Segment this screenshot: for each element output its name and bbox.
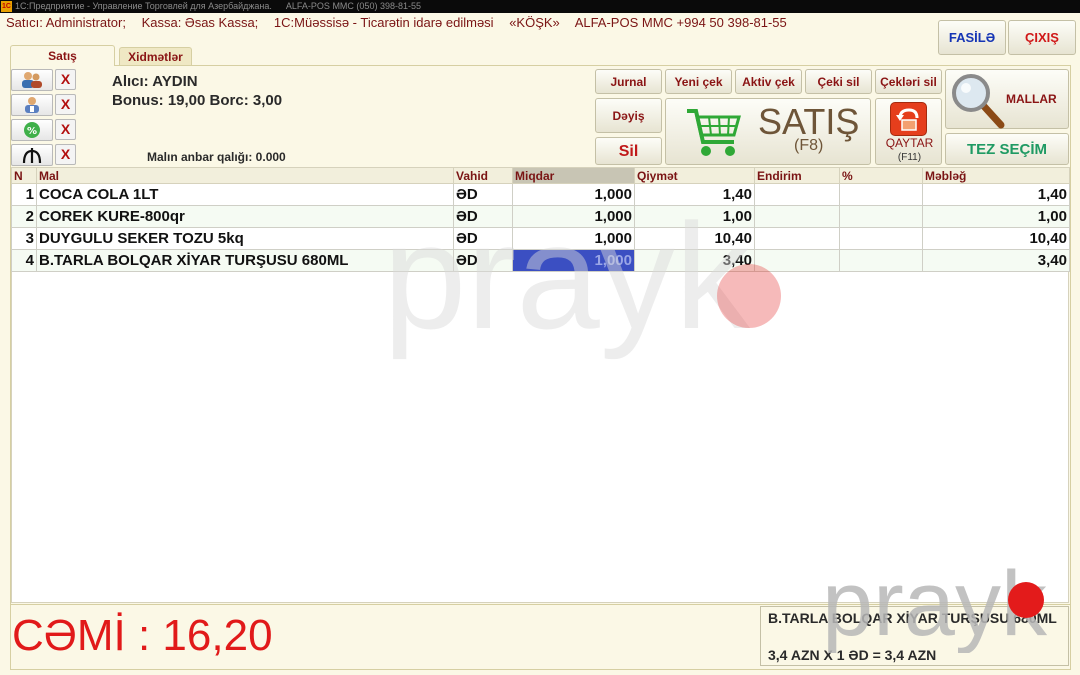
- row-percent: [839, 249, 923, 272]
- new-receipt-button[interactable]: Yeni çek: [665, 69, 732, 94]
- row-unit: ƏD: [453, 183, 513, 206]
- column-header-item[interactable]: Mal: [36, 167, 454, 184]
- column-header-n[interactable]: N: [11, 167, 37, 184]
- pause-button[interactable]: FASİLƏ: [938, 20, 1006, 55]
- table-row[interactable]: 1 COCA COLA 1LT ƏD 1,000 1,40 1,40: [11, 183, 1070, 206]
- return-shortcut: (F11): [897, 152, 922, 163]
- change-button[interactable]: Dəyiş: [595, 98, 662, 133]
- exit-button[interactable]: ÇIXIŞ: [1008, 20, 1076, 55]
- app-logo-icon: 1C: [1, 1, 12, 12]
- bonus-debt: Bonus: 19,00 Borc: 3,00: [112, 92, 283, 109]
- clear-payment-button[interactable]: X: [55, 144, 76, 165]
- return-icon: [890, 102, 927, 136]
- customer-info: Alıcı: AYDIN Bonus: 19,00 Borc: 3,00: [112, 72, 282, 110]
- column-header-unit[interactable]: Vahid: [453, 167, 513, 184]
- watermark-logo-corner: prayk: [822, 563, 1048, 653]
- column-header-amount[interactable]: Məbləğ: [922, 167, 1070, 184]
- row-percent: [839, 183, 923, 206]
- delete-line-button[interactable]: Sil: [595, 137, 662, 165]
- row-percent: [839, 227, 923, 250]
- register-info: Kassa: Əsas Kassa;: [141, 15, 259, 30]
- row-amount: 3,40: [922, 249, 1070, 272]
- quick-select-button[interactable]: TEZ SEÇİM: [945, 133, 1069, 165]
- row-number: 1: [11, 183, 37, 206]
- watermark-text: prayk: [383, 218, 751, 360]
- svg-text:%: %: [27, 126, 37, 137]
- sale-shortcut: (F8): [794, 137, 824, 154]
- kiosk-info: «KÖŞK»: [509, 15, 560, 30]
- employee-icon[interactable]: [11, 94, 53, 116]
- buyer-name: Alıcı: AYDIN: [112, 73, 198, 90]
- company-info: 1C:Müəssisə - Ticarətin idarə edilməsi: [273, 15, 494, 30]
- delete-receipts-button[interactable]: Çekləri sil: [875, 69, 942, 94]
- column-header-percent[interactable]: %: [839, 167, 923, 184]
- return-button[interactable]: QAYTAR (F11): [875, 98, 942, 165]
- manat-icon[interactable]: [11, 144, 53, 166]
- column-header-quantity[interactable]: Miqdar: [512, 167, 635, 184]
- row-discount: [754, 183, 840, 206]
- row-percent: [839, 205, 923, 228]
- column-header-discount[interactable]: Endirim: [754, 167, 840, 184]
- window-subtitle: ALFA-POS MMC (050) 398-81-55: [285, 1, 421, 11]
- tab-sales[interactable]: Satış: [10, 45, 115, 66]
- window-titlebar: 1C 1С:Предприятие - Управление Торговлей …: [0, 0, 1080, 13]
- row-number: 4: [11, 249, 37, 272]
- delete-receipt-button[interactable]: Çeki sil: [805, 69, 872, 94]
- column-header-price[interactable]: Qiymət: [634, 167, 755, 184]
- row-amount: 10,40: [922, 227, 1070, 250]
- magnifier-icon: [952, 74, 1005, 129]
- row-quantity[interactable]: 1,000: [512, 183, 635, 206]
- goods-label: MALLAR: [1006, 92, 1057, 106]
- window-title: 1С:Предприятие - Управление Торговлей дл…: [15, 1, 272, 11]
- discount-icon[interactable]: %: [11, 119, 53, 141]
- goods-button[interactable]: MALLAR: [945, 69, 1069, 129]
- clear-discount-button[interactable]: X: [55, 119, 76, 140]
- table-header-row: N Mal Vahid Miqdar Qiymət Endirim % Məbl…: [11, 167, 1070, 184]
- return-label: QAYTAR: [885, 136, 934, 150]
- seller-info: Satıcı: Administrator;: [6, 15, 126, 30]
- clear-customer-button[interactable]: X: [55, 69, 76, 90]
- watermark-logo: prayk: [383, 218, 781, 360]
- row-number: 3: [11, 227, 37, 250]
- row-price: 1,40: [634, 183, 755, 206]
- row-number: 2: [11, 205, 37, 228]
- active-receipt-button[interactable]: Aktiv çek: [735, 69, 802, 94]
- shopping-cart-icon: [687, 109, 741, 156]
- customers-icon[interactable]: [11, 69, 53, 91]
- grand-total: CƏMİ : 16,20: [12, 611, 273, 660]
- sale-button[interactable]: SATIŞ (F8): [665, 98, 871, 165]
- row-item: COCA COLA 1LT: [36, 183, 454, 206]
- tab-services[interactable]: Xidmətlər: [119, 47, 192, 66]
- clear-employee-button[interactable]: X: [55, 94, 76, 115]
- journal-button[interactable]: Jurnal: [595, 69, 662, 94]
- row-amount: 1,40: [922, 183, 1070, 206]
- stock-remaining: Malın anbar qalığı: 0.000: [147, 150, 286, 164]
- session-info-bar: Satıcı: Administrator; Kassa: Əsas Kassa…: [6, 15, 799, 30]
- vendor-info: ALFA-POS MMC +994 50 398-81-55: [574, 15, 787, 30]
- row-amount: 1,00: [922, 205, 1070, 228]
